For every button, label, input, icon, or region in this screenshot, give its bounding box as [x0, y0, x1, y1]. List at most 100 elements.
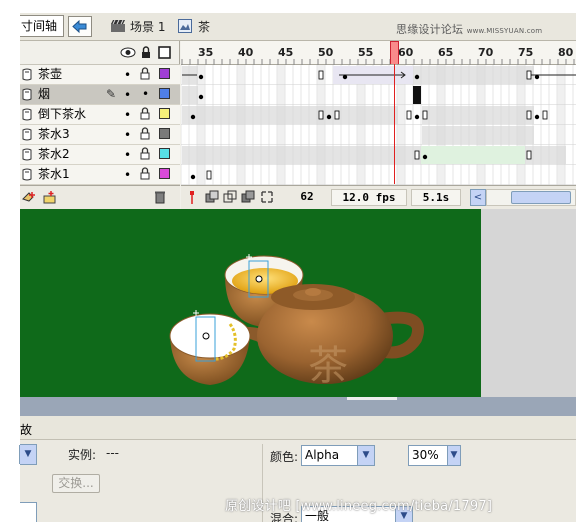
layer-row[interactable]: 烟 ✎ • •	[20, 85, 180, 105]
onion-skin-icon[interactable]	[205, 190, 219, 204]
keyframe	[198, 74, 204, 80]
color-effect-dropdown[interactable]: Alpha ▼	[301, 445, 375, 466]
playhead-marker[interactable]	[390, 41, 399, 64]
keyframe-end	[334, 110, 340, 120]
frame-cell-shade	[237, 165, 245, 185]
keyframe-end	[318, 70, 324, 80]
lock-icon[interactable]	[140, 67, 150, 80]
layer-row[interactable]: 茶壶 •	[20, 65, 180, 85]
frame-number-label: 45	[278, 46, 294, 59]
keyframe-end	[526, 110, 532, 120]
visibility-dot[interactable]: •	[124, 148, 131, 162]
visibility-dot[interactable]: •	[124, 128, 131, 142]
divider-grip[interactable]	[347, 397, 397, 400]
visibility-dot[interactable]: •	[124, 88, 131, 102]
lock-all-icon[interactable]	[141, 46, 151, 59]
frame-cell-shade	[357, 85, 365, 105]
layer-name: 茶水2	[38, 147, 70, 161]
pencil-icon: ✎	[106, 87, 117, 101]
scroll-left-button[interactable]: <	[470, 189, 486, 206]
visibility-dot[interactable]: •	[124, 68, 131, 82]
frame-cell-shade	[437, 165, 445, 185]
tea-cup-front[interactable]	[169, 313, 251, 385]
frame-cell-shade	[437, 85, 445, 105]
visibility-dot[interactable]: •	[124, 108, 131, 122]
alpha-stepper[interactable]: ▼	[448, 445, 461, 466]
layer-name: 倒下茶水	[38, 107, 87, 121]
keyframe-end	[414, 150, 420, 160]
onion-skin-outlines-icon[interactable]	[223, 190, 237, 204]
layer-icon	[22, 148, 32, 161]
frame-cell-shade	[397, 105, 405, 125]
add-layer-icon[interactable]	[22, 190, 38, 205]
layer-row[interactable]: 倒下茶水 •	[20, 105, 180, 125]
scene-link[interactable]: 场景 1	[130, 18, 165, 35]
keyframe	[198, 94, 204, 100]
layer-row[interactable]: 茶水2 •	[20, 145, 180, 165]
svg-text:茶: 茶	[308, 343, 348, 389]
keyframe	[190, 174, 196, 180]
properties-divider[interactable]	[20, 397, 576, 416]
selected-frame	[413, 86, 421, 104]
frame-cell-shade	[197, 165, 205, 185]
keyframe	[534, 74, 540, 80]
frame-number-label: 40	[238, 46, 254, 59]
instance-value: ---	[106, 446, 119, 460]
layer-icon	[22, 68, 32, 81]
eye-icon[interactable]	[120, 47, 136, 58]
layer-outline-color[interactable]	[159, 68, 170, 79]
frame-cell-shade	[317, 85, 325, 105]
outline-all-icon[interactable]	[158, 46, 171, 59]
timeline-tab[interactable]: 寸间轴	[20, 15, 64, 37]
watermark-cn: 思缘设计论坛	[396, 23, 464, 36]
timeline-status-bar: 62 12.0 fps 5.1s <	[181, 185, 576, 209]
layer-row[interactable]: 茶水3 •	[20, 125, 180, 145]
layer-name: 茶水3	[38, 127, 70, 141]
frame-cell-shade	[237, 125, 245, 145]
layer-outline-color[interactable]	[159, 108, 170, 119]
add-folder-icon[interactable]	[42, 190, 58, 205]
layer-outline-color[interactable]	[159, 128, 170, 139]
keyframe-end	[206, 170, 212, 180]
layer-row[interactable]: 茶水1 •	[20, 165, 180, 185]
layer-outline-color[interactable]	[159, 88, 170, 99]
instance-name-field[interactable]	[20, 502, 37, 522]
layer-icon	[22, 168, 32, 181]
keyframe-end	[318, 110, 324, 120]
center-frame-icon[interactable]	[187, 190, 197, 205]
frame-cell-shade	[277, 65, 285, 85]
lock-icon[interactable]	[140, 127, 150, 140]
frame-cell-shade	[517, 85, 525, 105]
symbol-link[interactable]: 茶	[198, 18, 210, 35]
visibility-dot[interactable]: •	[124, 168, 131, 182]
layer-outline-color[interactable]	[159, 168, 170, 179]
keyframe	[190, 114, 196, 120]
modify-onion-markers-icon[interactable]	[260, 190, 274, 204]
frames-area[interactable]: 35 40 45 50 55 60 65 70 75 80 62 12.0 fp…	[181, 41, 576, 209]
lock-icon[interactable]	[140, 167, 150, 180]
frame-grid[interactable]	[181, 65, 576, 185]
back-arrow-button[interactable]	[68, 16, 92, 37]
frame-cell-shade	[517, 165, 525, 185]
keyframe-end	[542, 110, 548, 120]
frame-cell-shade	[477, 165, 485, 185]
properties-header[interactable]: 故	[20, 416, 576, 440]
layer-name: 茶水1	[38, 167, 70, 181]
keyframe	[422, 154, 428, 160]
swap-button[interactable]: 交换...	[52, 474, 100, 493]
scrollbar-thumb[interactable]	[511, 191, 571, 204]
keyframe	[342, 74, 348, 80]
color-effect-value: Alpha	[305, 448, 340, 462]
lock-icon[interactable]	[140, 147, 150, 160]
lock-dot[interactable]: •	[142, 87, 149, 101]
trash-icon[interactable]	[154, 190, 166, 204]
lock-icon[interactable]	[140, 107, 150, 120]
frame-ruler[interactable]: 35 40 45 50 55 60 65 70 75 80	[181, 41, 576, 65]
layer-outline-color[interactable]	[159, 148, 170, 159]
alpha-value-field[interactable]: 30%	[408, 445, 448, 466]
edit-multiple-frames-icon[interactable]	[241, 190, 255, 204]
layer-icon	[22, 88, 32, 101]
timeline-scrollbar[interactable]	[486, 189, 576, 206]
color-label: 颜色:	[270, 450, 299, 464]
symbol-behavior-dropdown[interactable]: ▼	[19, 444, 37, 465]
